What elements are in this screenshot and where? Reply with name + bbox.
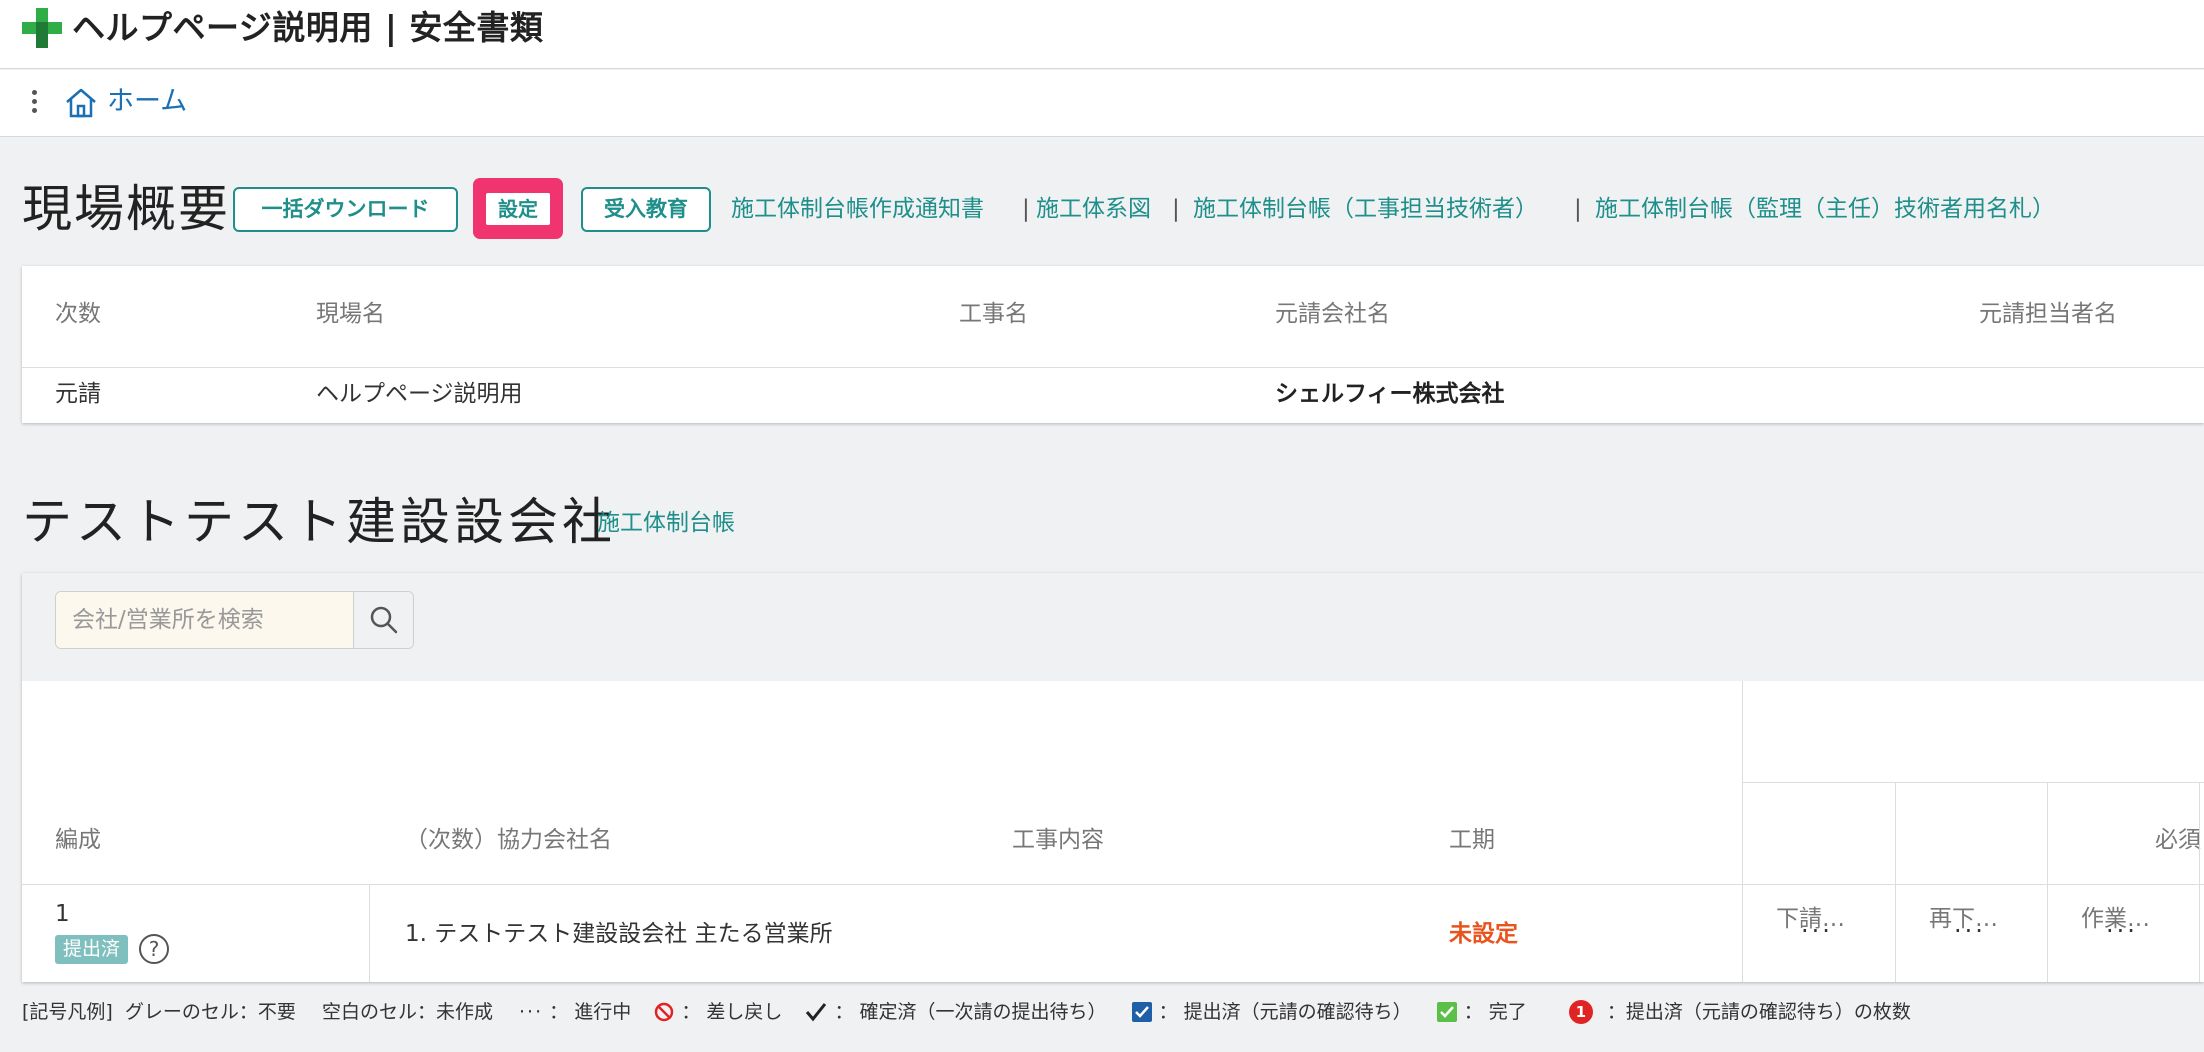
column-header-site: 現場名 <box>316 301 385 327</box>
column-divider <box>1895 782 1896 982</box>
legend-progress: ： 進行中 <box>549 1000 632 1023</box>
company-table: 編成 （次数）協力会社名 工事内容 工期 必須 下請… 再下… 作業… <box>22 681 2204 982</box>
construction-ledger-link[interactable]: 施工体制台帳 <box>597 508 735 538</box>
search-button[interactable] <box>353 592 413 648</box>
legend-gray: グレーのセル：不要 <box>124 1000 296 1023</box>
doc-cell-subcontract[interactable]: ··· <box>1801 916 1833 946</box>
kebab-menu-icon[interactable] <box>26 90 42 118</box>
ledger-engineer-link[interactable]: 施工体制台帳（工事担当技術者） <box>1193 194 1538 224</box>
cell-contractor: シェルフィー株式会社 <box>1275 381 1505 407</box>
notice-link[interactable]: 施工体制台帳作成通知書 <box>731 194 984 224</box>
count-badge-icon: 1 <box>1568 999 1593 1024</box>
legend-confirmed: ： 確定済（一次請の提出待ち） <box>834 1000 1107 1023</box>
row-divider <box>22 884 2204 885</box>
legend-title: [記号凡例] <box>22 1000 113 1023</box>
column-divider <box>369 884 370 982</box>
legend-dots-symbol: ··· <box>519 1000 544 1023</box>
company-title: テストテスト建設設会社 <box>22 493 616 551</box>
row-number: 1 <box>55 901 70 927</box>
doc-cell-resubcontract[interactable]: ··· <box>1954 916 1986 946</box>
column-header-required: 必須 <box>2155 827 2201 853</box>
overview-title: 現場概要 <box>22 180 230 238</box>
column-divider <box>2047 782 2048 982</box>
legend-count: ：提出済（元請の確認待ち）の枚数 <box>1606 1000 1911 1023</box>
checkbox-green-icon <box>1436 1001 1457 1022</box>
breadcrumb-bar: ホーム <box>0 70 2204 137</box>
subheader-divider <box>1742 782 2204 783</box>
cell-site: ヘルプページ説明用 <box>316 381 523 407</box>
column-header-order: 次数 <box>55 301 101 327</box>
rejected-icon <box>655 1002 674 1021</box>
status-badge: 提出済 <box>55 935 129 964</box>
column-header-contractor: 元請会社名 <box>1275 301 1390 327</box>
legend-complete: ： 完了 <box>1463 1000 1527 1023</box>
column-header-partner: （次数）協力会社名 <box>405 827 612 853</box>
column-header-formation: 編成 <box>55 827 101 853</box>
education-button[interactable]: 受入教育 <box>581 187 711 232</box>
system-diagram-link[interactable]: 施工体系図 <box>1036 194 1151 224</box>
column-divider <box>1742 681 1743 982</box>
checkbox-blue-icon <box>1131 1001 1152 1022</box>
company-search-box <box>55 591 414 649</box>
legend-submitted: ： 提出済（元請の確認待ち） <box>1158 1000 1412 1023</box>
link-separator: | <box>1574 196 1582 222</box>
column-header-work: 工事名 <box>959 301 1028 327</box>
app-header: ヘルプページ説明用 | 安全書類 <box>0 0 2204 69</box>
link-separator: | <box>1172 196 1180 222</box>
column-header-contact: 元請担当者名 <box>1979 301 2117 327</box>
company-search-input[interactable] <box>56 592 353 648</box>
search-icon <box>370 606 398 634</box>
help-icon[interactable]: ? <box>138 933 170 965</box>
doc-cell-work[interactable]: ··· <box>2106 916 2138 946</box>
settings-button[interactable]: 設定 <box>473 178 563 239</box>
checkmark-icon <box>806 1002 827 1021</box>
home-icon[interactable] <box>64 87 98 119</box>
link-separator: | <box>1022 196 1030 222</box>
partner-company-name[interactable]: 1. テストテスト建設設会社 主たる営業所 <box>405 919 833 949</box>
plus-logo-icon <box>22 8 62 48</box>
column-divider <box>2199 782 2200 982</box>
app-title: ヘルプページ説明用 | 安全書類 <box>72 8 544 47</box>
legend-rejected: ： 差し戻し <box>681 1000 783 1023</box>
cell-order: 元請 <box>55 381 101 407</box>
legend-blank: 空白のセル：未作成 <box>321 1000 493 1023</box>
bulk-download-button[interactable]: 一括ダウンロード <box>233 187 458 232</box>
settings-button-label: 設定 <box>486 193 550 225</box>
symbol-legend: [記号凡例] グレーのセル：不要 空白のセル：未作成 ··· ： 進行中 ： 差… <box>22 997 1911 1026</box>
overview-table: 次数 現場名 工事名 元請会社名 元請担当者名 元請 ヘルプページ説明用 シェル… <box>22 266 2204 423</box>
svg-text:?: ? <box>149 937 160 961</box>
column-header-period: 工期 <box>1449 827 1495 853</box>
ledger-nameplate-link[interactable]: 施工体制台帳（監理（主任）技術者用名札） <box>1595 194 2055 224</box>
period-status: 未設定 <box>1449 921 1518 947</box>
row-divider <box>22 367 2204 368</box>
breadcrumb-home-link[interactable]: ホーム <box>107 84 187 120</box>
column-header-content: 工事内容 <box>1012 827 1104 853</box>
